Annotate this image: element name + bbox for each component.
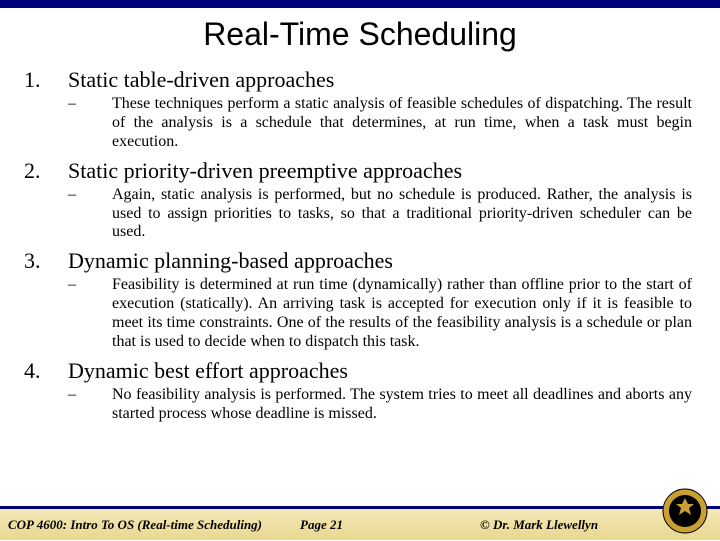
bullet-dash: – xyxy=(68,276,112,352)
list-item: 3. Dynamic planning-based approaches – F… xyxy=(24,248,696,352)
footer-page: Page 21 xyxy=(300,517,440,533)
item-heading: Static table-driven approaches xyxy=(68,67,334,93)
item-number: 2. xyxy=(24,158,68,184)
bullet-dash: – xyxy=(68,386,112,424)
item-description: Again, static analysis is performed, but… xyxy=(112,186,696,243)
item-heading: Dynamic planning-based approaches xyxy=(68,248,393,274)
list-item: 1. Static table-driven approaches – Thes… xyxy=(24,67,696,152)
footer-course: COP 4600: Intro To OS (Real-time Schedul… xyxy=(0,517,300,533)
item-description: These techniques perform a static analys… xyxy=(112,95,696,152)
list-item: 4. Dynamic best effort approaches – No f… xyxy=(24,358,696,424)
item-heading: Static priority-driven preemptive approa… xyxy=(68,158,462,184)
item-heading: Dynamic best effort approaches xyxy=(68,358,348,384)
list-item: 2. Static priority-driven preemptive app… xyxy=(24,158,696,243)
slide-content: 1. Static table-driven approaches – Thes… xyxy=(0,67,720,424)
item-number: 3. xyxy=(24,248,68,274)
item-description: Feasibility is determined at run time (d… xyxy=(112,276,696,352)
item-number: 1. xyxy=(24,67,68,93)
item-description: No feasibility analysis is performed. Th… xyxy=(112,386,696,424)
bullet-dash: – xyxy=(68,95,112,152)
slide-title: Real-Time Scheduling xyxy=(0,16,720,53)
bullet-dash: – xyxy=(68,186,112,243)
ucf-logo-icon xyxy=(660,486,710,536)
item-number: 4. xyxy=(24,358,68,384)
top-accent-bar xyxy=(0,0,720,8)
slide-footer: COP 4600: Intro To OS (Real-time Schedul… xyxy=(0,506,720,540)
